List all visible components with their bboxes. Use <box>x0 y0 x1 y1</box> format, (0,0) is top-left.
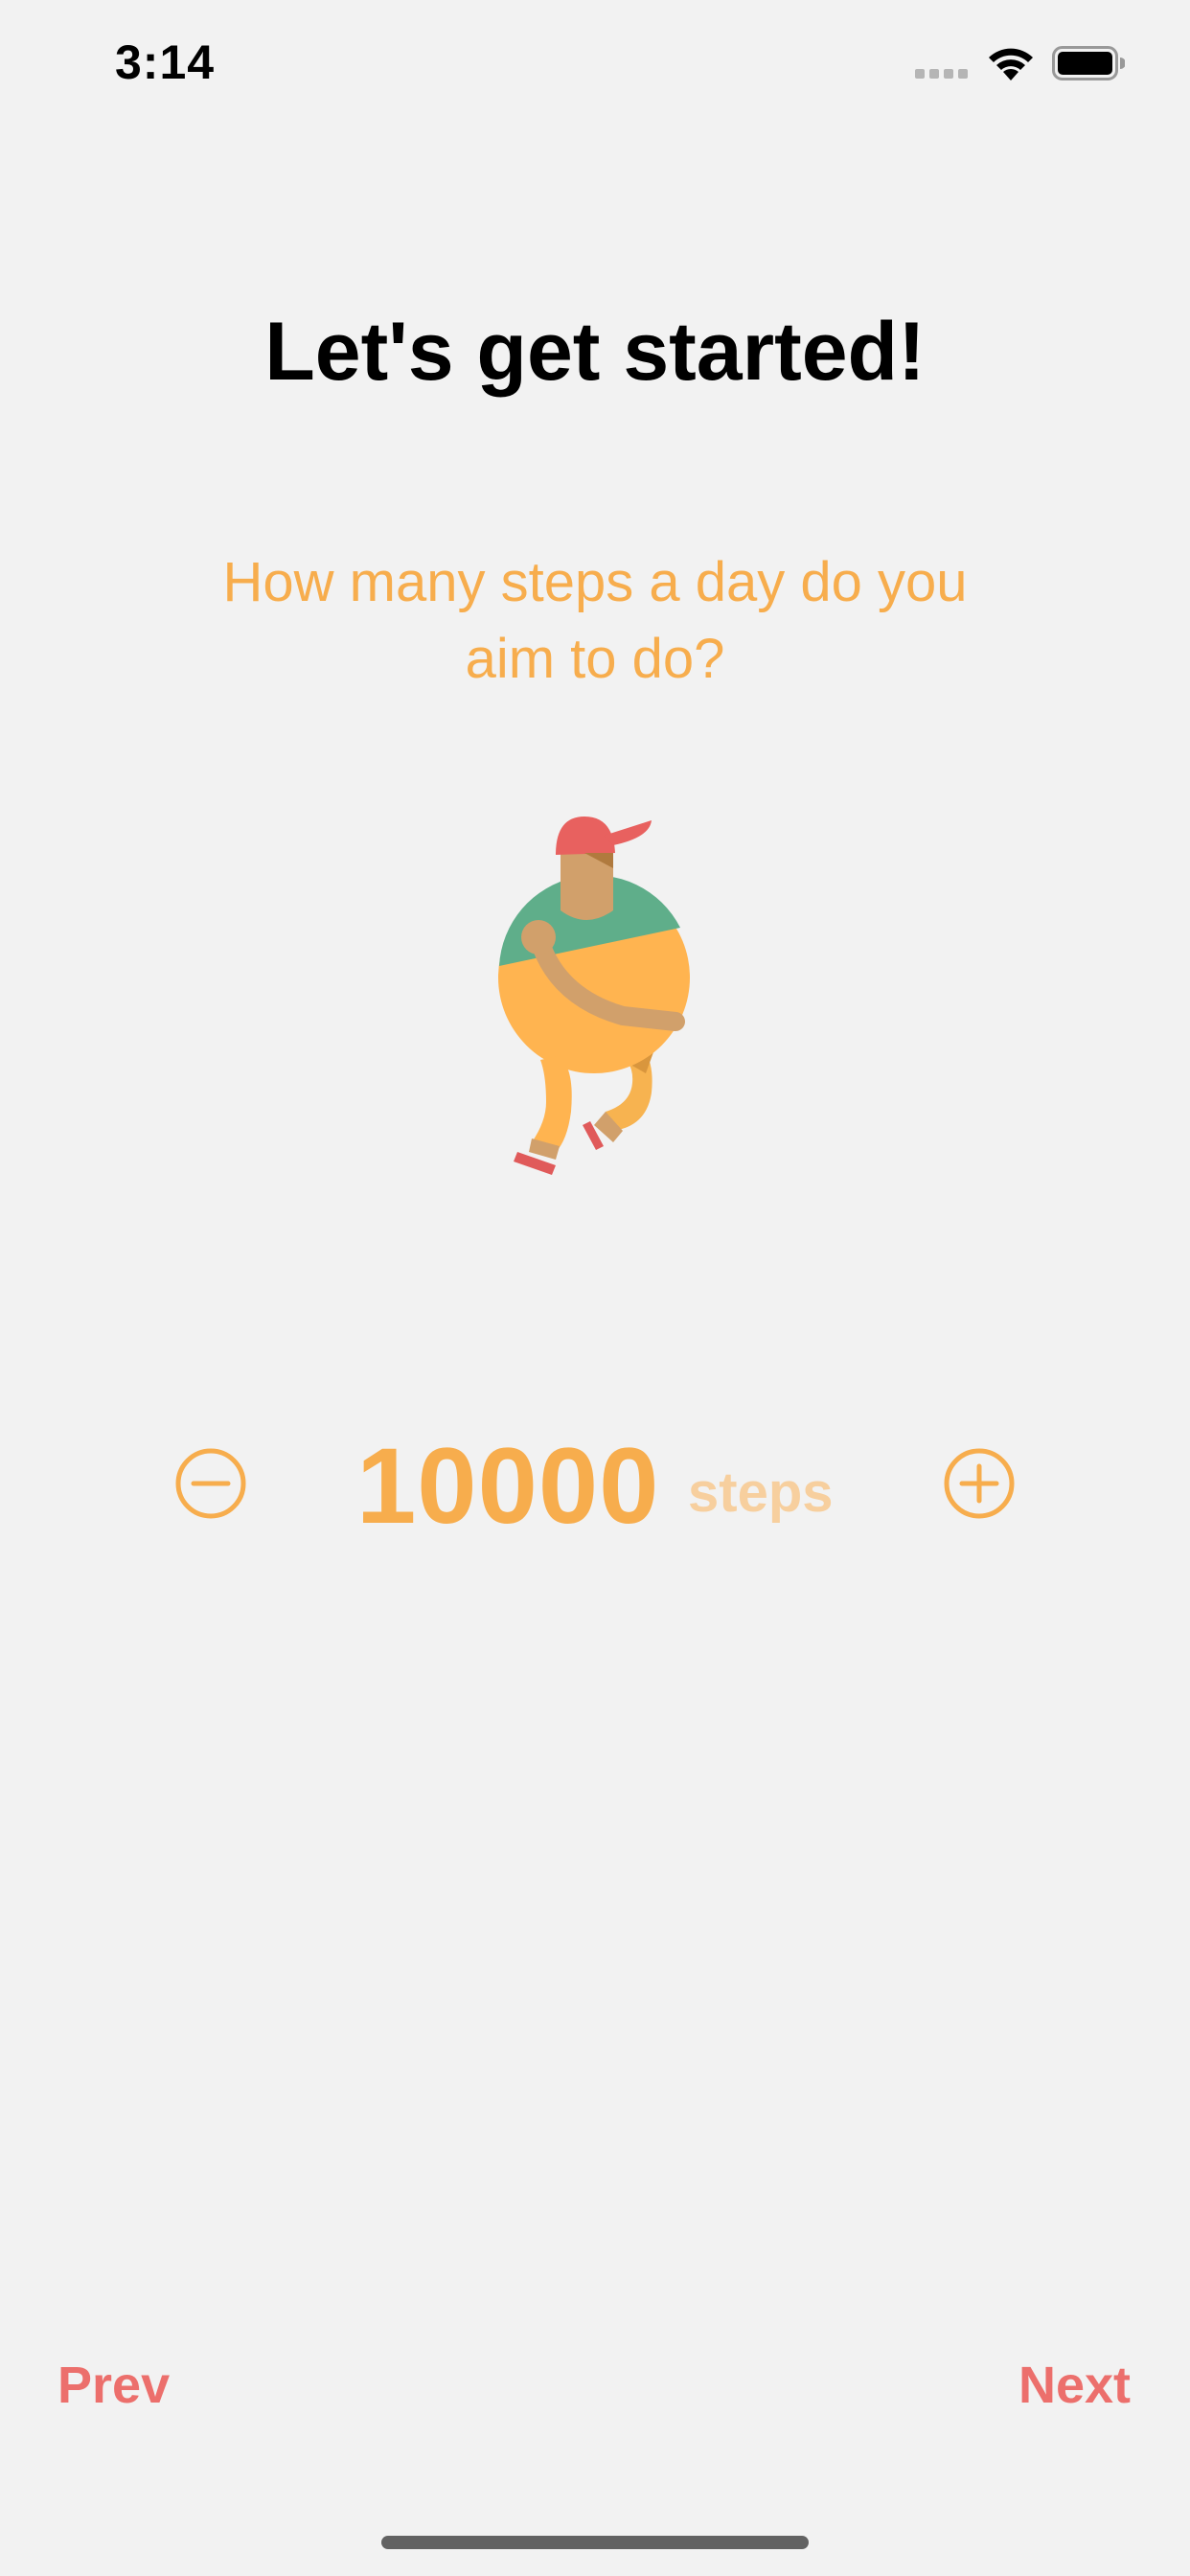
minus-circle-icon <box>175 1448 246 1519</box>
plus-circle-icon <box>944 1448 1015 1519</box>
increment-steps-button[interactable] <box>943 1447 1016 1520</box>
home-indicator[interactable] <box>381 2536 809 2549</box>
next-button[interactable]: Next <box>1018 2356 1131 2415</box>
steps-unit-label: steps <box>688 1461 834 1524</box>
battery-icon <box>1052 46 1125 80</box>
steps-goal-question: How many steps a day do you aim to do? <box>222 551 968 690</box>
prev-button[interactable]: Prev <box>57 2356 170 2415</box>
page-title: Let's get started! <box>264 306 926 398</box>
wifi-icon <box>989 48 1033 80</box>
running-person-illustration <box>498 816 690 1175</box>
decrement-steps-button[interactable] <box>174 1447 247 1520</box>
cellular-signal-icon <box>915 69 968 79</box>
steps-goal-value: 10000 <box>356 1426 660 1546</box>
status-bar: 3:14 <box>0 0 1190 134</box>
steps-stepper: 10000 steps <box>0 1409 1190 1552</box>
status-time: 3:14 <box>115 35 216 89</box>
